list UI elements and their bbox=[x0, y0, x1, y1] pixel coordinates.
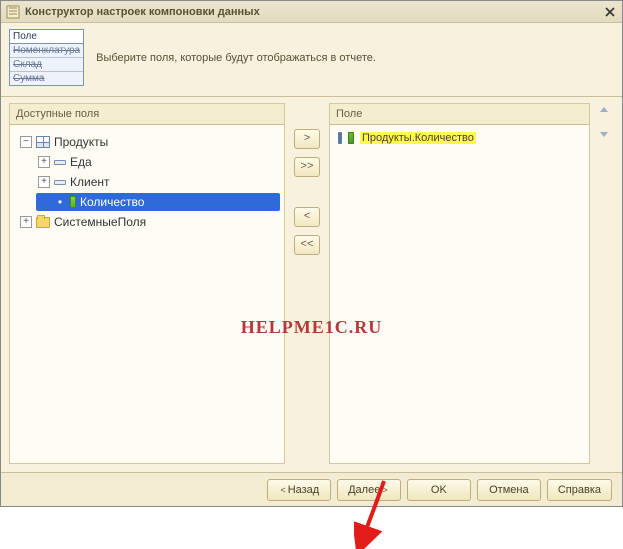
expander-icon[interactable]: + bbox=[20, 216, 32, 228]
window-title: Конструктор настроек компоновки данных bbox=[25, 6, 602, 18]
cancel-button[interactable]: Отмена bbox=[477, 479, 541, 501]
row-marker-icon bbox=[338, 132, 342, 144]
transfer-buttons: > >> < << bbox=[291, 103, 323, 464]
help-button[interactable]: Справка bbox=[547, 479, 612, 501]
tree-label: Еда bbox=[70, 155, 92, 169]
app-icon bbox=[5, 4, 21, 20]
remove-button[interactable]: < bbox=[294, 207, 320, 227]
tree-label: СистемныеПоля bbox=[54, 215, 146, 229]
field-icon bbox=[54, 160, 66, 165]
selected-fields-body: Продукты.Количество bbox=[329, 125, 590, 464]
add-all-button[interactable]: >> bbox=[294, 157, 320, 177]
tree-node-food[interactable]: + Еда bbox=[36, 153, 280, 171]
selected-fields-list[interactable]: Продукты.Количество bbox=[330, 125, 589, 151]
expander-icon[interactable]: + bbox=[38, 156, 50, 168]
body-area: Доступные поля − Продукты bbox=[1, 97, 622, 472]
tree-node-products[interactable]: − Продукты bbox=[18, 133, 280, 151]
bullet-icon: • bbox=[54, 195, 66, 209]
header-info-row: Поле Номенклатура Склад Сумма Выберите п… bbox=[1, 23, 622, 97]
tree-label: Продукты bbox=[54, 135, 108, 149]
available-fields-panel: Доступные поля − Продукты bbox=[9, 103, 285, 464]
footer-bar: < Назад Далее > OK Отмена Справка bbox=[1, 472, 622, 506]
expander-placeholder bbox=[38, 196, 50, 208]
back-button[interactable]: < Назад bbox=[267, 479, 331, 501]
resource-icon bbox=[70, 196, 76, 208]
fields-tree[interactable]: − Продукты + Еда bbox=[10, 125, 284, 239]
tree-label: Количество bbox=[80, 195, 144, 209]
title-bar: Конструктор настроек компоновки данных bbox=[1, 1, 622, 23]
field-icon bbox=[54, 180, 66, 185]
available-fields-header: Доступные поля bbox=[9, 103, 285, 125]
next-button[interactable]: Далее > bbox=[337, 479, 401, 501]
move-up-button[interactable] bbox=[596, 103, 612, 119]
close-button[interactable] bbox=[602, 4, 618, 20]
tag-item: Сумма bbox=[10, 72, 83, 85]
selected-fields-panel: Поле Продукты.Количество bbox=[329, 103, 614, 464]
tree-label: Клиент bbox=[70, 175, 110, 189]
selected-fields-header: Поле bbox=[329, 103, 590, 125]
remove-all-button[interactable]: << bbox=[294, 235, 320, 255]
resource-icon bbox=[348, 132, 354, 144]
tag-item: Склад bbox=[10, 58, 83, 72]
button-label: Назад bbox=[288, 484, 320, 496]
ok-button[interactable]: OK bbox=[407, 479, 471, 501]
tree-node-quantity[interactable]: • Количество bbox=[36, 193, 280, 211]
move-down-button[interactable] bbox=[596, 125, 612, 141]
reorder-col bbox=[594, 103, 614, 125]
folder-icon bbox=[36, 217, 50, 228]
chevron-left-icon: < bbox=[278, 485, 287, 495]
list-item[interactable]: Продукты.Количество bbox=[332, 129, 587, 147]
tag-head: Поле bbox=[10, 30, 83, 44]
reorder-col-2 bbox=[594, 125, 614, 464]
button-label: Далее bbox=[348, 484, 380, 496]
dialog-window: Конструктор настроек компоновки данных П… bbox=[0, 0, 623, 507]
tree-node-client[interactable]: + Клиент bbox=[36, 173, 280, 191]
instruction-text: Выберите поля, которые будут отображатьс… bbox=[96, 52, 376, 64]
tag-item: Номенклатура bbox=[10, 44, 83, 58]
expander-icon[interactable]: + bbox=[38, 176, 50, 188]
add-button[interactable]: > bbox=[294, 129, 320, 149]
chevron-right-icon: > bbox=[380, 485, 389, 495]
list-item-label: Продукты.Количество bbox=[360, 132, 476, 144]
tree-node-systemfields[interactable]: + СистемныеПоля bbox=[18, 213, 280, 231]
field-tags-box: Поле Номенклатура Склад Сумма bbox=[9, 29, 84, 86]
available-fields-body: − Продукты + Еда bbox=[9, 125, 285, 464]
expander-icon[interactable]: − bbox=[20, 136, 32, 148]
table-icon bbox=[36, 136, 50, 148]
